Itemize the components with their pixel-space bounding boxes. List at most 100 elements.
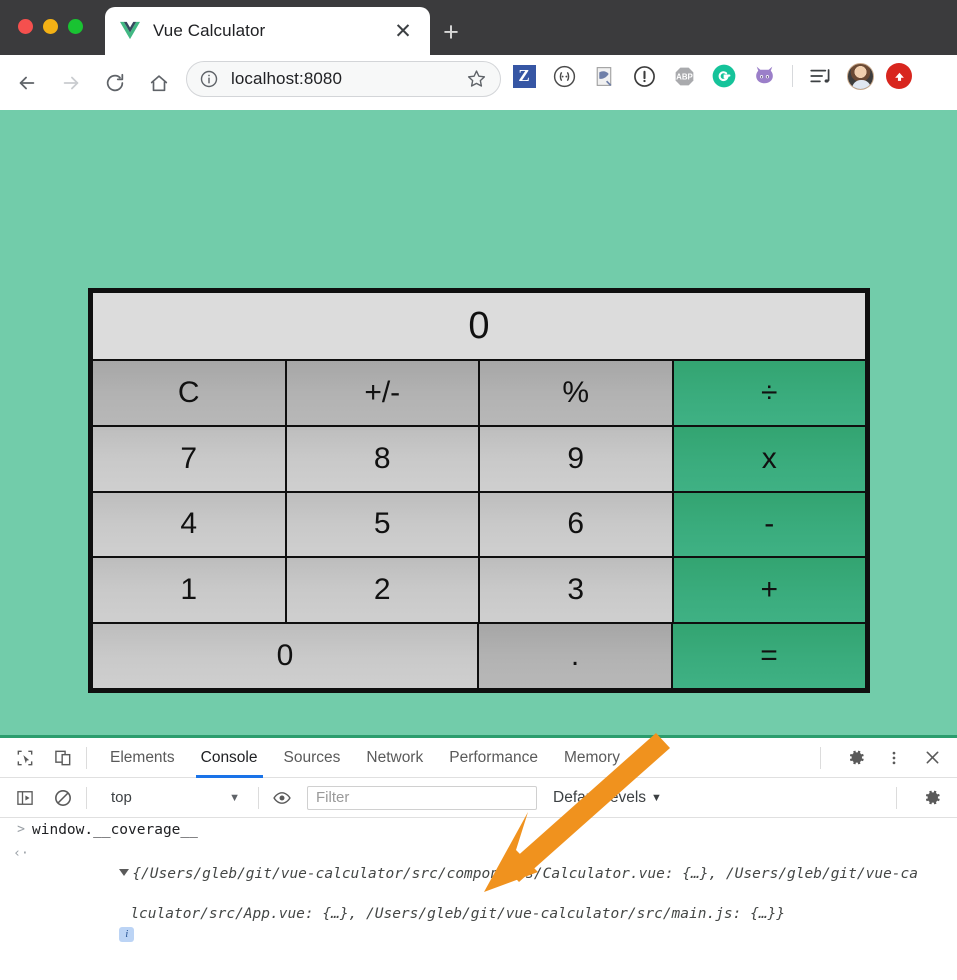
browser-window: Vue Calculator ✕ + localhost:8080 Z ABP … xyxy=(0,0,957,980)
reload-button[interactable] xyxy=(98,66,132,100)
console-filter-input[interactable]: Filter xyxy=(307,785,537,810)
page-info-icon[interactable] xyxy=(199,69,219,89)
wayback-machine-icon[interactable] xyxy=(550,62,578,90)
divider xyxy=(86,746,87,769)
clear-console-icon[interactable] xyxy=(50,785,76,811)
info-extension-icon[interactable] xyxy=(630,62,658,90)
execution-context-value: top xyxy=(111,789,132,806)
tab-network[interactable]: Network xyxy=(353,738,436,778)
calculator-widget: 0 C +/- % ÷ 7 8 9 x 4 5 6 - 1 2 3 + 0 . … xyxy=(88,288,870,693)
devtools-tabbar-actions xyxy=(810,745,957,771)
calculator-key-decimal[interactable]: . xyxy=(479,624,673,688)
vue-logo-icon xyxy=(119,21,141,41)
log-levels-select[interactable]: Default levels ▼ xyxy=(553,789,662,807)
calculator-key-sign[interactable]: +/- xyxy=(286,361,480,425)
close-window-button[interactable] xyxy=(18,19,33,34)
calculator-key-8[interactable]: 8 xyxy=(286,426,480,491)
more-options-icon[interactable] xyxy=(881,745,907,771)
calculator-key-0[interactable]: 0 xyxy=(93,624,479,688)
console-sidebar-icon[interactable] xyxy=(12,785,38,811)
more-tabs-button[interactable]: » xyxy=(633,738,664,778)
tab-memory[interactable]: Memory xyxy=(551,738,633,778)
devtools-panel: Elements Console Sources Network Perform… xyxy=(0,735,957,980)
console-input-row: > window.__coverage__ xyxy=(0,818,957,842)
console-property-row: /Users/gleb/git/vue-calculator/src/App.v… xyxy=(0,966,957,980)
divider xyxy=(86,786,87,809)
back-button[interactable] xyxy=(10,66,44,100)
calculator-key-6[interactable]: 6 xyxy=(480,492,674,557)
grammarly-icon[interactable] xyxy=(710,62,738,90)
calculator-display: 0 xyxy=(93,293,865,361)
calculator-key-percent[interactable]: % xyxy=(480,361,674,425)
console-result-prompt-icon: ‹· xyxy=(13,846,29,861)
divider xyxy=(896,786,897,809)
extensions-bar: Z ABP xyxy=(510,62,912,90)
page-viewport: 0 C +/- % ÷ 7 8 9 x 4 5 6 - 1 2 3 + 0 . … xyxy=(0,110,957,735)
calculator-row: C +/- % ÷ xyxy=(93,361,865,427)
close-devtools-icon[interactable] xyxy=(919,745,945,771)
console-result-line-1: {/Users/gleb/git/vue-calculator/src/comp… xyxy=(132,866,918,882)
expand-triangle-icon[interactable] xyxy=(119,869,130,876)
console-output[interactable]: > window.__coverage__ ‹· {/Users/gleb/gi… xyxy=(0,818,957,980)
live-expression-icon[interactable] xyxy=(269,785,295,811)
calculator-key-add[interactable]: + xyxy=(673,558,865,623)
close-tab-icon[interactable]: ✕ xyxy=(390,18,416,44)
console-settings-icon[interactable] xyxy=(919,785,945,811)
chevron-down-icon: ▼ xyxy=(229,791,240,804)
calculator-key-9[interactable]: 9 xyxy=(480,426,674,491)
tab-console[interactable]: Console xyxy=(188,738,271,778)
execution-context-select[interactable]: top ▼ xyxy=(103,785,248,811)
calculator-key-equals[interactable]: = xyxy=(673,624,865,688)
console-result-line-2: lculator/src/App.vue: {…}, /Users/gleb/g… xyxy=(130,906,786,922)
console-input-expression: window.__coverage__ xyxy=(32,822,198,838)
calculator-key-1[interactable]: 1 xyxy=(93,558,287,623)
calculator-key-3[interactable]: 3 xyxy=(480,558,674,623)
octotree-icon[interactable] xyxy=(750,62,778,90)
calculator-key-multiply[interactable]: x xyxy=(673,426,865,491)
calculator-row: 1 2 3 + xyxy=(93,558,865,625)
tab-sources[interactable]: Sources xyxy=(271,738,354,778)
adblock-plus-icon[interactable]: ABP xyxy=(670,62,698,90)
calculator-row: 7 8 9 x xyxy=(93,426,865,493)
maximize-window-button[interactable] xyxy=(68,19,83,34)
bookmark-star-icon[interactable] xyxy=(466,68,488,90)
calculator-key-4[interactable]: 4 xyxy=(93,492,287,557)
forward-button[interactable] xyxy=(54,66,88,100)
console-filter-placeholder: Filter xyxy=(316,789,350,806)
console-result-row: ‹· {/Users/gleb/git/vue-calculator/src/c… xyxy=(0,842,957,966)
tab-title: Vue Calculator xyxy=(153,21,266,40)
reading-list-icon[interactable] xyxy=(807,62,835,90)
new-tab-button[interactable]: + xyxy=(437,18,465,46)
address-bar-url[interactable]: localhost:8080 xyxy=(231,69,466,89)
title-bar: Vue Calculator ✕ + xyxy=(0,0,957,55)
profile-avatar[interactable] xyxy=(847,62,874,90)
calculator-key-clear[interactable]: C xyxy=(93,361,287,425)
browser-chrome: Vue Calculator ✕ + localhost:8080 Z ABP xyxy=(0,0,957,110)
zotero-connector-icon[interactable]: Z xyxy=(510,62,538,90)
tab-elements[interactable]: Elements xyxy=(97,738,188,778)
console-toolbar-actions xyxy=(886,785,957,811)
gear-icon[interactable] xyxy=(843,745,869,771)
update-arrow-icon[interactable] xyxy=(886,63,912,89)
home-button[interactable] xyxy=(142,66,176,100)
calculator-key-2[interactable]: 2 xyxy=(286,558,480,623)
tab-performance[interactable]: Performance xyxy=(436,738,551,778)
divider xyxy=(820,746,821,769)
address-bar[interactable]: localhost:8080 xyxy=(186,61,501,97)
calculator-key-5[interactable]: 5 xyxy=(286,492,480,557)
info-badge-icon[interactable]: i xyxy=(119,927,135,942)
console-input-prompt-icon: > xyxy=(17,822,25,837)
console-toolbar: top ▼ Filter Default levels ▼ xyxy=(0,778,957,818)
device-toolbar-icon[interactable] xyxy=(50,745,76,771)
pocket-icon[interactable] xyxy=(590,62,618,90)
calculator-key-subtract[interactable]: - xyxy=(673,492,865,557)
calculator-row: 4 5 6 - xyxy=(93,492,865,559)
browser-tab[interactable]: Vue Calculator ✕ xyxy=(105,7,430,55)
minimize-window-button[interactable] xyxy=(43,19,58,34)
chevron-down-icon: ▼ xyxy=(651,791,662,804)
calculator-key-7[interactable]: 7 xyxy=(93,426,287,491)
calculator-row: 0 . = xyxy=(93,624,865,688)
calculator-key-divide[interactable]: ÷ xyxy=(673,361,865,425)
log-levels-label: Default levels xyxy=(553,788,647,806)
inspect-element-icon[interactable] xyxy=(12,745,38,771)
